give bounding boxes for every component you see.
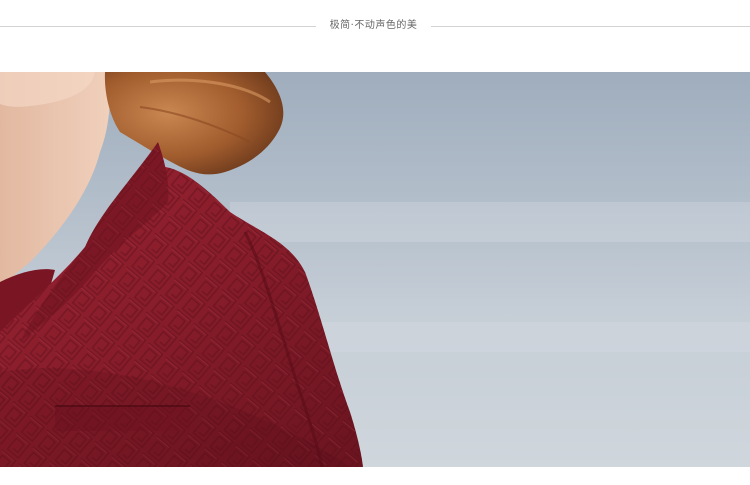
product-photo [0, 72, 750, 467]
header: 极简·不动声色的美 [0, 0, 750, 72]
divider-left [0, 26, 316, 27]
footer-strip [0, 467, 750, 485]
photo-illustration [0, 72, 750, 467]
divider-right [431, 26, 750, 27]
tagline: 极简·不动声色的美 [329, 20, 418, 31]
